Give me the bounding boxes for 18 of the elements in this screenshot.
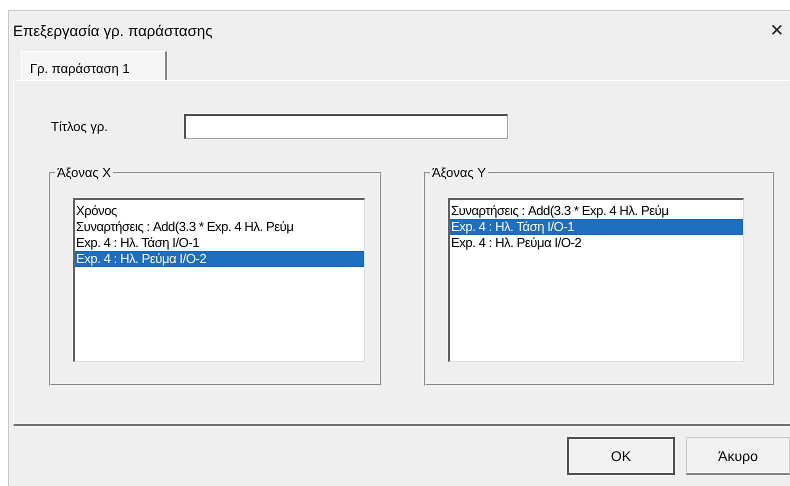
tab[interactable]: Γρ. παράσταση 1 <box>21 51 167 80</box>
group-label: Άξονας X <box>55 165 113 180</box>
list-item[interactable]: Exp. 4 : Ηλ. Τάση I/O-1 <box>75 235 364 251</box>
close-button[interactable]: ✕ <box>768 21 786 41</box>
list-item[interactable]: Χρόνος <box>75 203 364 219</box>
list-item[interactable]: Exp. 4 : Ηλ. Ρεύμα I/O-2 <box>450 235 743 251</box>
field-label: Τίτλος γρ. <box>51 119 109 134</box>
group-label: Άξονας Y <box>430 165 488 180</box>
list-box[interactable]: Συναρτήσεις : Add(3.3 * Exp. 4 Ηλ. Ρεύμ Exp. 4 : Ηλ. Τάση I/O-1 Exp. 4 : Ηλ. Ρεύμα I/O-2 <box>448 198 744 362</box>
ok-button[interactable]: OK <box>567 437 675 475</box>
list-item[interactable]: Συναρτήσεις : Add(3.3 * Exp. 4 Ηλ. Ρεύμ <box>75 219 364 235</box>
cancel-button[interactable]: Άκυρο <box>686 437 790 475</box>
title-field[interactable] <box>184 114 508 139</box>
list-item[interactable]: Συναρτήσεις : Add(3.3 * Exp. 4 Ηλ. Ρεύμ <box>450 203 743 219</box>
list-item[interactable]: Exp. 4 : Ηλ. Ρεύμα I/O-2 <box>75 251 364 267</box>
window-title: Επεξεργασία γρ. παράστασης <box>13 22 212 40</box>
list-item[interactable]: Exp. 4 : Ηλ. Τάση I/O-1 <box>450 219 743 235</box>
list-box[interactable]: Χρόνος Συναρτήσεις : Add(3.3 * Exp. 4 Ηλ. Ρεύμ Exp. 4 : Ηλ. Τάση I/O-1 Exp. 4 : Ηλ. Ρεύμα I/O-2 <box>73 198 365 362</box>
